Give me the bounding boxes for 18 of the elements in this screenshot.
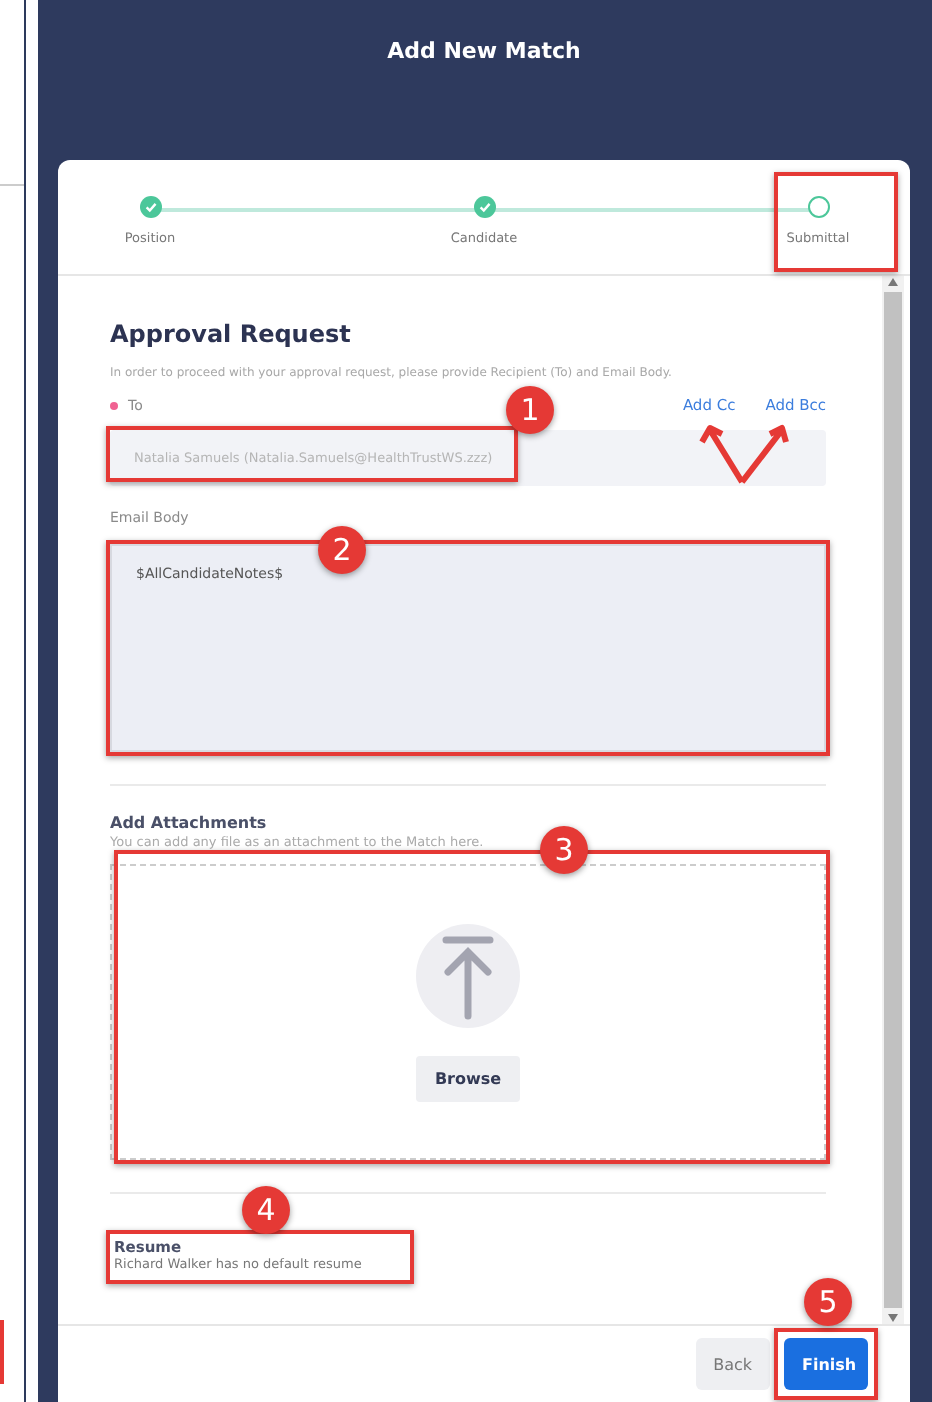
finish-button[interactable]: Finish xyxy=(784,1338,868,1390)
callout-badge: 4 xyxy=(242,1186,290,1234)
modal-title: Add New Match xyxy=(385,38,583,68)
section-heading: Add Attachments xyxy=(110,814,269,832)
scroll-up-icon[interactable] xyxy=(886,276,900,288)
callout-badge: 2 xyxy=(318,526,366,574)
callout-badge: 5 xyxy=(804,1278,852,1326)
callout-badge: 3 xyxy=(540,826,588,874)
back-button[interactable]: Back xyxy=(695,1338,770,1390)
drop-zone[interactable]: Browse xyxy=(110,864,826,1160)
scroll-down-icon[interactable] xyxy=(886,1312,900,1324)
callout-badge: 1 xyxy=(506,386,554,434)
scrollbar[interactable] xyxy=(882,276,904,1324)
highlight-frame xyxy=(774,172,898,272)
browse-button[interactable]: Browse xyxy=(416,1055,520,1101)
section-heading: Approval Request xyxy=(110,320,353,348)
highlight-frame xyxy=(774,1328,878,1400)
upload-icon xyxy=(416,923,520,1027)
